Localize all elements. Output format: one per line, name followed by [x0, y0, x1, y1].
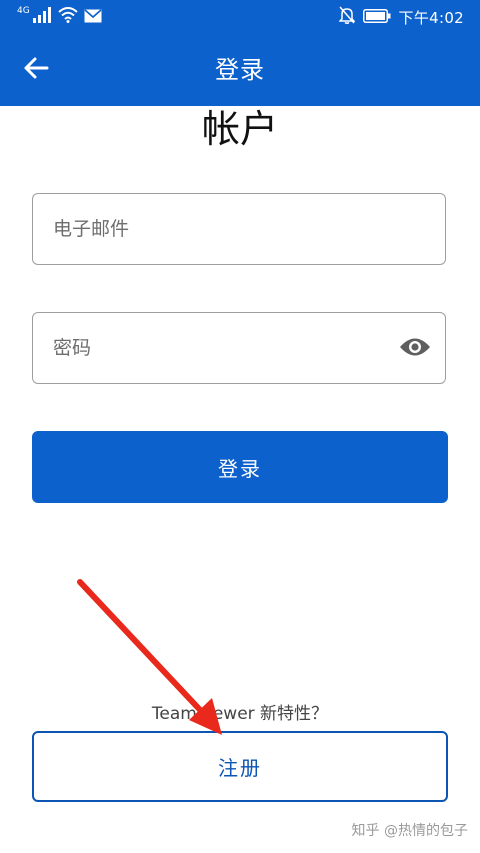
- nav-bar: 登录: [0, 34, 480, 106]
- whats-new-link[interactable]: TeamViewer 新特性？: [0, 699, 480, 724]
- register-button[interactable]: 注册: [32, 731, 448, 802]
- signal-icon: [32, 7, 52, 27]
- header-title: 登录: [215, 56, 265, 84]
- battery-icon: [362, 8, 391, 27]
- status-bar: 4G 下午4:02: [0, 0, 480, 34]
- status-right: 下午4:02: [337, 6, 464, 28]
- password-field[interactable]: [32, 312, 446, 384]
- watermark-text: 知乎 @热情的包子: [351, 823, 468, 839]
- status-time: 下午4:02: [398, 8, 464, 27]
- email-input[interactable]: [33, 194, 445, 264]
- bell-off-icon: [337, 6, 356, 28]
- email-field[interactable]: [32, 193, 446, 265]
- wifi-icon: [58, 7, 78, 27]
- password-input[interactable]: [33, 313, 445, 383]
- status-left: 4G: [17, 6, 102, 28]
- login-screen: 4G 下午4:02 登录 帐户 电子邮件 登录 TeamViewer 新特性？ …: [0, 0, 480, 853]
- mail-notification-icon: [84, 8, 102, 27]
- page-title: 帐户: [201, 107, 278, 151]
- toggle-password-visibility-button[interactable]: [397, 331, 433, 367]
- login-button[interactable]: 登录: [32, 431, 448, 503]
- eye-icon: [399, 336, 431, 362]
- app-header: 4G 下午4:02 登录: [0, 0, 480, 106]
- network-type-label: 4G: [17, 6, 30, 16]
